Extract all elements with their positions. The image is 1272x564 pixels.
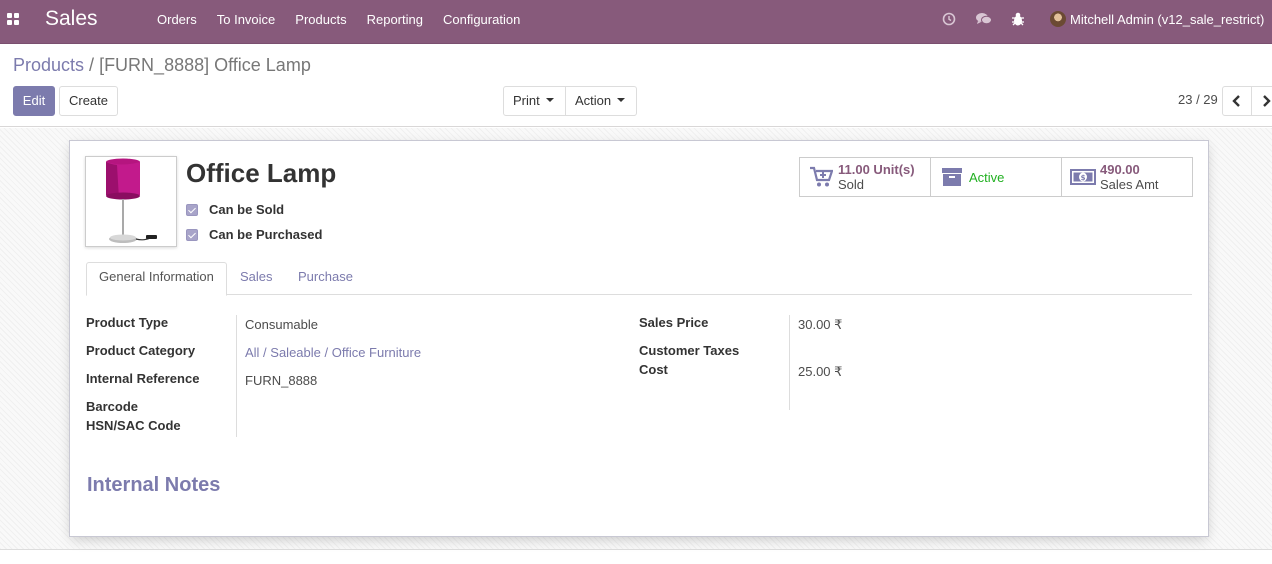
user-name: Mitchell Admin (v12_sale_restrict) [1070,11,1265,27]
menu-orders[interactable]: Orders [147,0,207,44]
print-dropdown[interactable]: Print [503,86,566,116]
cost-value[interactable]: 25.00 ₹ [798,364,842,380]
menu-to-invoice[interactable]: To Invoice [207,0,286,44]
breadcrumb: Products / [FURN_8888] Office Lamp [13,55,311,76]
pager-next-button[interactable] [1251,86,1272,116]
hsn-sac-code-label: HSN/SAC Code [86,418,181,433]
customer-taxes-label: Customer Taxes [639,343,740,358]
sales-price-label: Sales Price [639,315,709,330]
internal-notes-title: Internal Notes [87,474,221,496]
tab-purchase[interactable]: Purchase [298,262,353,295]
user-menu[interactable]: Mitchell Admin (v12_sale_restrict) [1050,11,1264,27]
action-label: Action [575,93,612,108]
product-category-label: Product Category [86,343,196,358]
left-column-divider [236,315,237,437]
money-icon: $ [1068,168,1098,186]
breadcrumb-separator: / [89,55,95,75]
active-smart-button[interactable]: Active [930,157,1062,197]
product-image[interactable] [85,156,177,247]
bug-icon[interactable] [1010,11,1026,27]
chat-icon[interactable] [975,11,992,27]
pager-value[interactable]: 23 / 29 [1178,92,1218,107]
product-type-label: Product Type [86,315,169,330]
chevron-right-icon [1263,95,1271,107]
internal-reference-label: Internal Reference [86,371,200,386]
menu-products[interactable]: Products [285,0,356,44]
can-be-sold-checkbox[interactable] [186,203,198,216]
caret-down-icon [617,98,626,103]
control-panel: Products / [FURN_8888] Office Lamp Edit Cr… [0,44,1272,127]
edit-button[interactable]: Edit [13,86,55,116]
cart-plus-icon [806,166,836,188]
can-be-purchased-label: Can be Purchased [209,227,323,242]
form-tabs: General Information Sales Purchase [86,262,1192,296]
can-be-sold-row: Can be Sold [186,202,284,217]
top-navbar: Sales Orders To Invoice Products Reporti… [0,0,1272,44]
action-dropdown[interactable]: Action [565,86,637,116]
caret-down-icon [545,98,554,103]
can-be-purchased-checkbox[interactable] [186,228,198,241]
app-title[interactable]: Sales [45,7,98,31]
can-be-purchased-row: Can be Purchased [186,227,322,242]
product-name[interactable]: Office Lamp [186,158,336,189]
lamp-image [106,158,157,243]
breadcrumb-current: [FURN_8888] Office Lamp [99,55,311,75]
pager-previous-button[interactable] [1222,86,1252,116]
breadcrumb-products-link[interactable]: Products [13,55,84,75]
menu-configuration[interactable]: Configuration [433,0,530,44]
apps-grid-icon[interactable] [7,13,20,26]
avatar [1050,11,1066,27]
menu-reporting[interactable]: Reporting [357,0,433,44]
product-category-link[interactable]: All / Saleable / Office Furniture [245,345,421,360]
create-button[interactable]: Create [59,86,118,116]
internal-reference-value[interactable]: FURN_8888 [245,373,317,388]
active-status: Active [969,169,1005,185]
sales-amount-smart-button[interactable]: $ 490.00 Sales Amt [1061,157,1193,197]
tab-general-information[interactable]: General Information [86,262,227,296]
chevron-left-icon [1232,95,1240,107]
sold-label: Sold [838,177,865,192]
tab-sales[interactable]: Sales [240,262,273,295]
main-menu: Orders To Invoice Products Reporting Con… [147,0,530,44]
cost-label: Cost [639,362,668,377]
sold-smart-button[interactable]: 11.00 Unit(s) Sold [799,157,931,197]
form-sheet [69,140,1209,537]
archive-icon [937,167,967,187]
right-column-divider [789,315,790,410]
barcode-label: Barcode [86,399,139,414]
clock-icon[interactable] [941,11,957,27]
sales-amount-label: Sales Amt [1100,177,1159,192]
sold-value: 11.00 Unit(s) [838,162,915,177]
print-label: Print [513,93,540,108]
sales-price-value[interactable]: 30.00 ₹ [798,317,842,333]
svg-text:$: $ [1081,174,1086,182]
can-be-sold-label: Can be Sold [209,202,285,217]
product-type-value[interactable]: Consumable [245,317,318,332]
sales-amount-value: 490.00 [1100,162,1140,177]
